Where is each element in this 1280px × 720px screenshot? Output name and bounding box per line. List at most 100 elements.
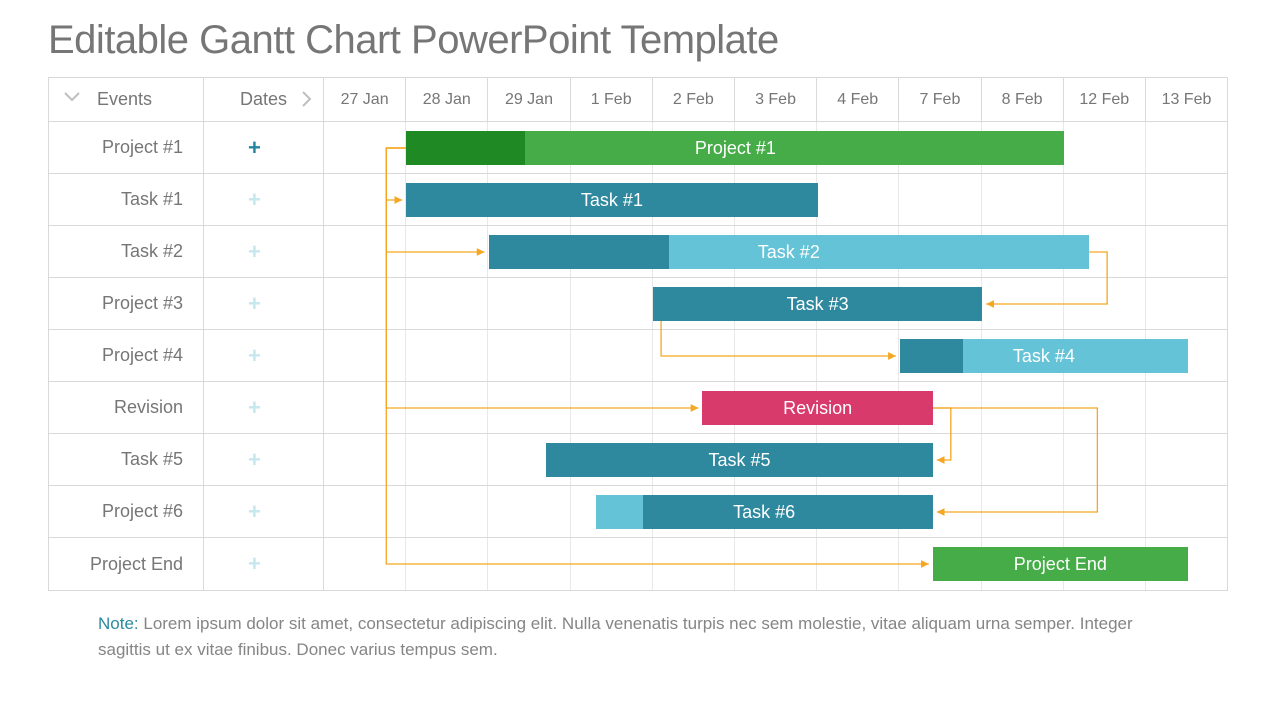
row-event-text: Revision bbox=[49, 397, 203, 418]
plus-icon[interactable]: + bbox=[248, 553, 261, 575]
gantt-row: Project End+ bbox=[49, 538, 1227, 590]
grid-cell bbox=[406, 538, 488, 590]
grid-cell bbox=[1146, 174, 1227, 225]
grid-cell bbox=[735, 486, 817, 537]
grid-cell bbox=[653, 330, 735, 381]
grid-cell bbox=[488, 538, 570, 590]
grid-cell bbox=[571, 486, 653, 537]
gantt-row: Project #4 + bbox=[49, 330, 1227, 382]
grid-cell bbox=[982, 330, 1064, 381]
plus-icon[interactable]: + bbox=[248, 449, 261, 471]
grid-cell bbox=[406, 434, 488, 485]
grid-cell bbox=[817, 122, 899, 173]
row-event-text: Task #2 bbox=[49, 241, 203, 262]
grid-cell bbox=[1064, 434, 1146, 485]
row-dates-cell: + bbox=[203, 434, 323, 485]
row-label: Task #2 + bbox=[49, 226, 324, 277]
row-dates-cell: + bbox=[203, 122, 323, 173]
grid-cell bbox=[488, 226, 570, 277]
grid-cell bbox=[653, 538, 735, 590]
header-date-cell: 28 Jan bbox=[406, 78, 488, 121]
row-timeline bbox=[324, 122, 1227, 173]
grid-cell bbox=[817, 330, 899, 381]
plus-icon[interactable]: + bbox=[248, 189, 261, 211]
grid-cell bbox=[406, 226, 488, 277]
row-label: Revision + bbox=[49, 382, 324, 433]
grid-cell bbox=[406, 382, 488, 433]
row-label: Task #5 + bbox=[49, 434, 324, 485]
header-date-cell: 8 Feb bbox=[982, 78, 1064, 121]
plus-icon[interactable]: + bbox=[248, 345, 261, 367]
grid-cell bbox=[653, 382, 735, 433]
grid-cell bbox=[1064, 278, 1146, 329]
header-dates-label: Dates bbox=[240, 89, 287, 110]
grid-cell bbox=[899, 434, 981, 485]
grid-cell bbox=[324, 486, 406, 537]
grid-cell bbox=[488, 330, 570, 381]
grid-cell bbox=[653, 122, 735, 173]
grid-cell bbox=[571, 538, 653, 590]
gantt-row: Task #1 + bbox=[49, 174, 1227, 226]
gantt-row: Project #1+ bbox=[49, 122, 1227, 174]
grid-cell bbox=[1146, 538, 1227, 590]
grid-cell bbox=[406, 486, 488, 537]
grid-cell bbox=[1146, 226, 1227, 277]
grid-cell bbox=[571, 382, 653, 433]
grid-cell bbox=[899, 486, 981, 537]
grid-cell bbox=[735, 278, 817, 329]
row-dates-cell: + bbox=[203, 226, 323, 277]
row-timeline bbox=[324, 278, 1227, 329]
grid-cell bbox=[1146, 278, 1227, 329]
gantt-chart: Events Dates 27 Jan28 Jan29 Jan1 Feb2 Fe… bbox=[48, 77, 1228, 591]
grid-cell bbox=[488, 382, 570, 433]
grid-cell bbox=[1146, 330, 1227, 381]
header-date-cell: 12 Feb bbox=[1064, 78, 1146, 121]
footer-note: Note: Lorem ipsum dolor sit amet, consec… bbox=[98, 611, 1178, 662]
header-date-cell: 13 Feb bbox=[1146, 78, 1227, 121]
row-label: Project #4 + bbox=[49, 330, 324, 381]
grid-cell bbox=[1064, 122, 1146, 173]
grid-cell bbox=[1146, 486, 1227, 537]
plus-icon[interactable]: + bbox=[248, 137, 261, 159]
grid-cell bbox=[899, 382, 981, 433]
note-text: Lorem ipsum dolor sit amet, consectetur … bbox=[98, 614, 1133, 659]
grid-cell bbox=[1064, 486, 1146, 537]
row-timeline bbox=[324, 226, 1227, 277]
chevron-right-icon bbox=[301, 90, 313, 113]
grid-cell bbox=[899, 538, 981, 590]
grid-cell bbox=[571, 174, 653, 225]
plus-icon[interactable]: + bbox=[248, 501, 261, 523]
grid-cell bbox=[324, 174, 406, 225]
chevron-down-icon bbox=[63, 90, 81, 108]
row-timeline bbox=[324, 486, 1227, 537]
grid-cell bbox=[324, 434, 406, 485]
row-timeline bbox=[324, 434, 1227, 485]
grid-cell bbox=[982, 382, 1064, 433]
header-dates-cell[interactable]: Dates bbox=[204, 78, 324, 121]
grid-cell bbox=[488, 278, 570, 329]
grid-cell bbox=[735, 226, 817, 277]
row-dates-cell: + bbox=[203, 382, 323, 433]
header-events-cell[interactable]: Events bbox=[49, 78, 204, 121]
grid-cell bbox=[653, 486, 735, 537]
gantt-row: Project #6+ bbox=[49, 486, 1227, 538]
row-event-text: Task #5 bbox=[49, 449, 203, 470]
grid-cell bbox=[899, 174, 981, 225]
row-timeline bbox=[324, 174, 1227, 225]
grid-cell bbox=[735, 434, 817, 485]
grid-cell bbox=[488, 174, 570, 225]
row-timeline bbox=[324, 382, 1227, 433]
plus-icon[interactable]: + bbox=[248, 241, 261, 263]
plus-icon[interactable]: + bbox=[248, 293, 261, 315]
page-title: Editable Gantt Chart PowerPoint Template bbox=[48, 18, 1232, 63]
grid-cell bbox=[571, 330, 653, 381]
grid-cell bbox=[488, 122, 570, 173]
header-date-cell: 4 Feb bbox=[817, 78, 899, 121]
plus-icon[interactable]: + bbox=[248, 397, 261, 419]
grid-cell bbox=[817, 434, 899, 485]
row-event-text: Task #1 bbox=[49, 189, 203, 210]
row-label: Project End+ bbox=[49, 538, 324, 590]
row-event-text: Project #4 bbox=[49, 345, 203, 366]
gantt-row: Project #3+ bbox=[49, 278, 1227, 330]
grid-cell bbox=[571, 434, 653, 485]
